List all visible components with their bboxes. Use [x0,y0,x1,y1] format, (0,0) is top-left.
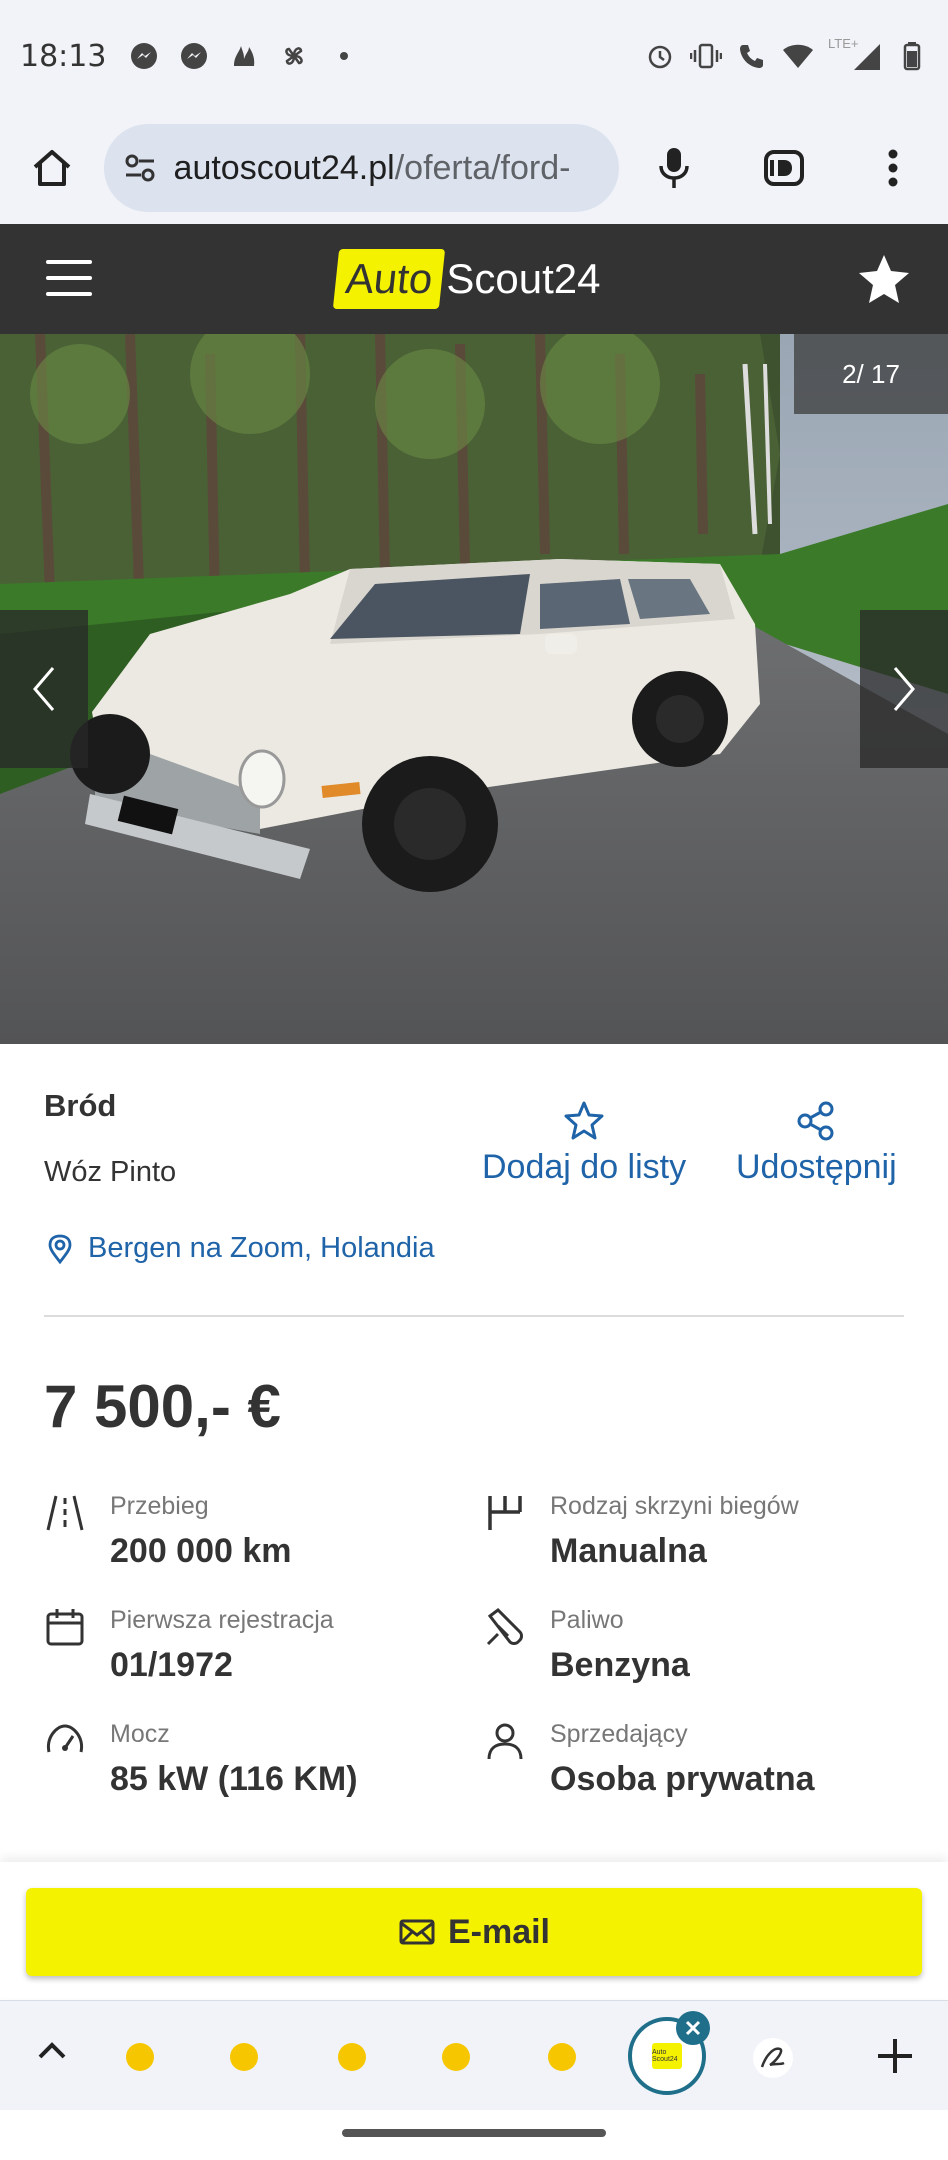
add-to-list-label: Dodaj do listy [482,1148,687,1186]
browser-tab-strip: Auto Scout24 [0,2000,948,2110]
photo-counter: 2/ 17 [794,334,948,414]
close-icon [685,2020,701,2036]
status-time: 18:13 [20,38,107,74]
lens-button[interactable] [729,112,839,224]
signature-tab-icon[interactable] [752,2037,794,2079]
spec-label: Przebieg [110,1492,209,1520]
spec-label: Sprzedający [550,1720,688,1748]
location-link[interactable]: Bergen na Zoom, Holandia [44,1232,435,1265]
location-text: Bergen na Zoom, Holandia [88,1232,435,1264]
microphone-icon [659,148,689,188]
autoscout24-logo[interactable]: Auto Scout24 [332,246,601,312]
spec-label: Pierwsza rejestracja [110,1606,334,1634]
app-notification-icon [228,40,260,72]
site-settings-icon[interactable] [122,150,158,186]
url-domain: autoscout24.pl [173,148,395,187]
spec-value: Manualna [550,1532,707,1570]
location-pin-icon [48,1234,72,1264]
home-button[interactable] [0,112,104,224]
spec-label: Paliwo [550,1606,624,1634]
hamburger-menu-icon[interactable] [46,260,92,296]
spec-value: 01/1972 [110,1646,233,1684]
next-photo-button[interactable] [860,610,948,768]
pinwheel-icon [278,40,310,72]
spec-value: Osoba prywatna [550,1760,815,1798]
notification-icons [128,40,360,72]
listing-subtitle: Wóz Pinto [44,1156,177,1188]
tab-favicon[interactable] [126,2043,154,2071]
tab-favicon[interactable] [338,2043,366,2071]
tab-favicon[interactable] [442,2043,470,2071]
site-header: Auto Scout24 [0,224,948,334]
calendar-icon [46,1609,84,1646]
vertical-dots-icon [888,149,898,187]
speedometer-icon [46,1724,84,1753]
add-to-list-button[interactable]: Dodaj do listy [482,1100,686,1187]
listing-title: Bród [44,1088,117,1123]
star-outline-icon [564,1101,604,1140]
share-button[interactable]: Udostępnij [736,1100,897,1187]
wifi-icon [782,40,814,72]
alarm-icon [644,40,676,72]
spec-seller: Sprzedający Osoba prywatna [484,1720,904,1820]
chevron-up-icon[interactable] [30,2029,74,2073]
person-icon [487,1723,523,1760]
previous-photo-button[interactable] [0,610,88,768]
tab-favicon[interactable] [548,2043,576,2071]
spec-label: Mocz [110,1720,170,1748]
spec-value: Benzyna [550,1646,690,1684]
signal-icon: LTE+ [828,36,882,72]
battery-icon [896,40,928,72]
voice-search-button[interactable] [619,112,729,224]
spec-first-registration: Pierwsza rejestracja 01/1972 [44,1606,464,1706]
browser-menu-button[interactable] [838,112,948,224]
url-path: /oferta/ford- [394,148,571,187]
email-button[interactable]: E-mail [26,1888,922,1976]
envelope-icon [399,1919,435,1945]
more-notifications-dot-icon [328,40,360,72]
price: 7 500,- € [44,1373,281,1440]
spec-mileage: Przebieg 200 000 km [44,1492,464,1592]
spec-value: 85 kW (116 KM) [110,1760,358,1798]
messenger-icon-2 [178,40,210,72]
url-text: autoscout24.pl/oferta/ford- [174,149,571,188]
favourites-star-icon[interactable] [856,252,912,308]
home-icon [33,150,71,186]
tab-favicon[interactable] [230,2043,258,2071]
wifi-call-icon [736,40,768,72]
road-icon [46,1495,84,1531]
spec-label: Rodzaj skrzyni biegów [550,1492,799,1520]
logo-auto-text: Auto [332,249,446,309]
contact-bar: E-mail [0,1862,948,1998]
chevron-right-icon [893,667,915,711]
spec-gearbox: Rodzaj skrzyni biegów Manualna [484,1492,904,1592]
spec-fuel: Paliwo Benzyna [484,1606,904,1706]
lens-icon [763,150,804,186]
active-tab-favicon: Auto Scout24 [652,2043,682,2069]
share-icon [797,1101,834,1141]
email-label: E-mail [447,1912,551,1951]
gearbox-icon [488,1496,522,1530]
new-tab-plus-icon[interactable] [874,2035,916,2077]
system-icons: LTE+ [644,36,928,72]
fuel-icon [486,1608,523,1646]
vibrate-icon [690,40,722,72]
close-tab-button[interactable] [676,2011,710,2045]
photo-gallery[interactable]: 2/ 17 [0,334,948,1044]
spec-power: Mocz 85 kW (116 KM) [44,1720,464,1820]
gesture-navigation-bar[interactable] [342,2129,606,2137]
browser-toolbar: autoscout24.pl/oferta/ford- [0,112,948,224]
divider [44,1315,904,1317]
spec-value: 200 000 km [110,1532,292,1570]
share-label: Udostępnij [736,1148,897,1186]
car-photo [0,334,948,1044]
logo-scout-text: Scout24 [446,255,601,302]
chevron-left-icon [33,667,55,711]
messenger-icon [128,40,160,72]
address-bar[interactable]: autoscout24.pl/oferta/ford- [103,124,620,212]
status-bar: 18:13 LTE+ [0,0,948,112]
